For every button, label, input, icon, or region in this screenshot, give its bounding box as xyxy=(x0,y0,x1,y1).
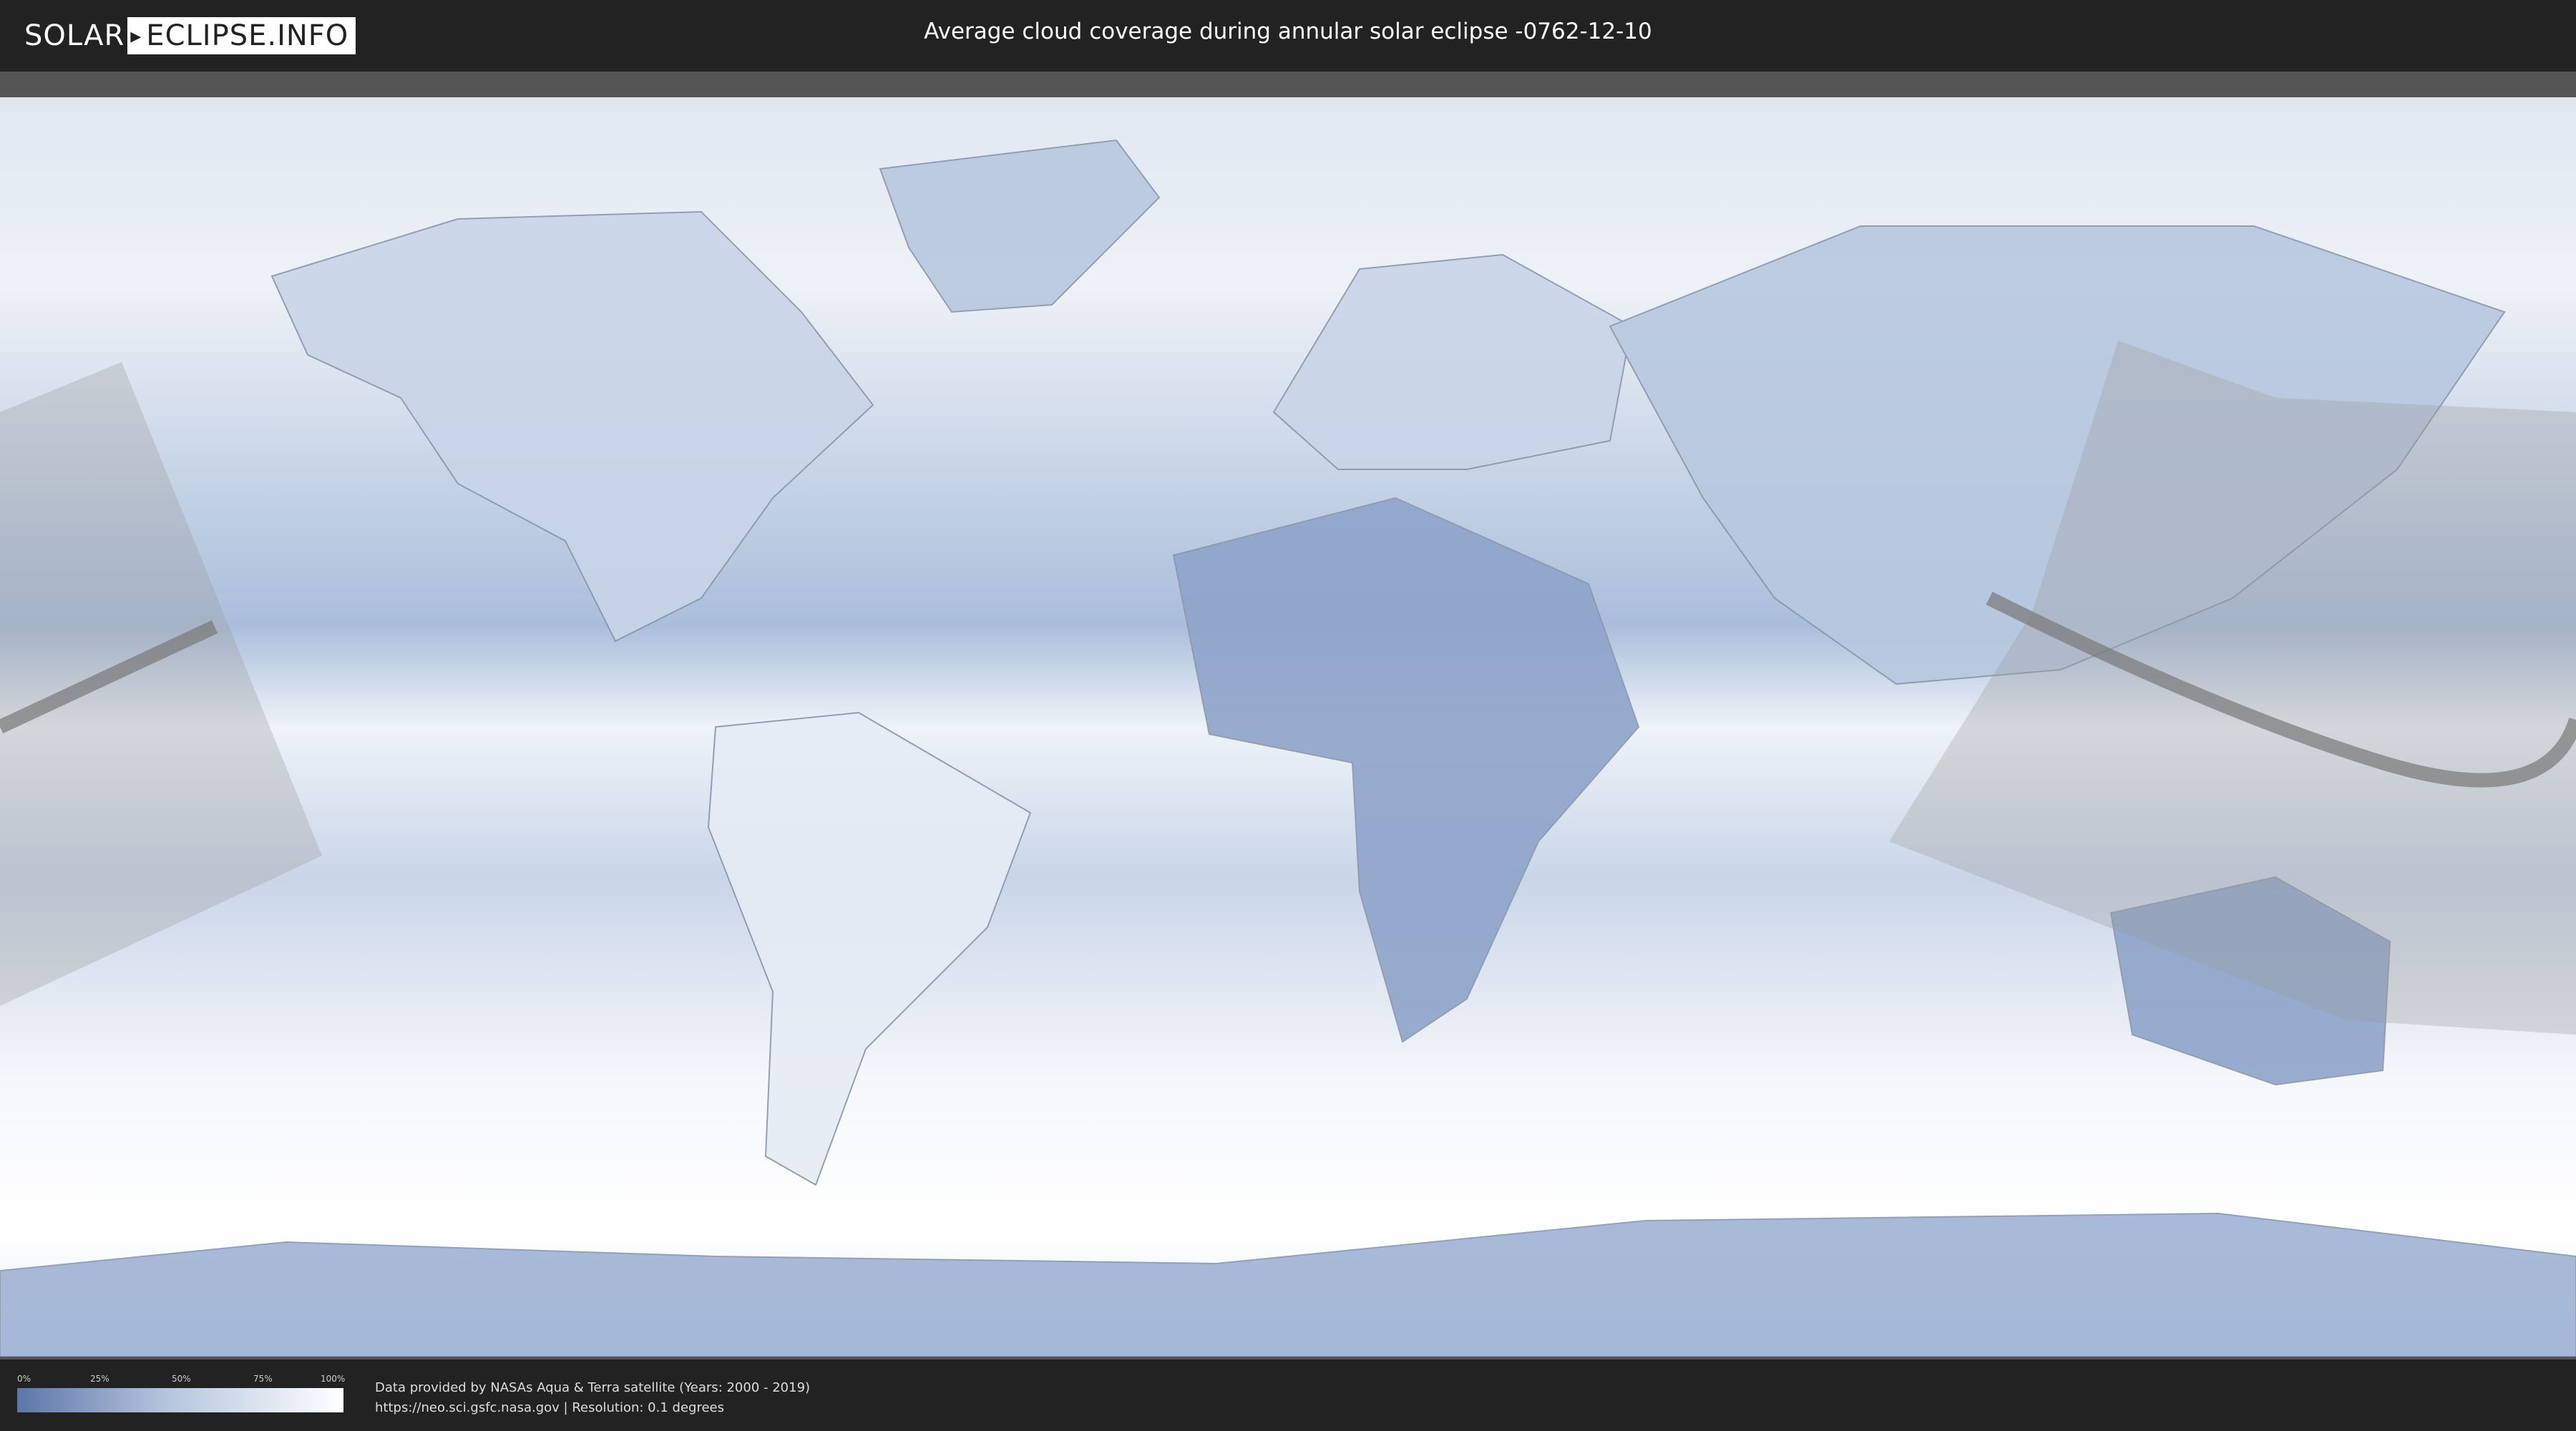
legend-tick: 0% xyxy=(17,1374,31,1384)
credit-line-source: Data provided by NASAs Aqua & Terra sate… xyxy=(375,1380,811,1395)
legend-tick: 75% xyxy=(253,1374,273,1384)
credit-line-link[interactable]: https://neo.sci.gsfc.nasa.gov | Resoluti… xyxy=(375,1398,810,1418)
legend-ticks: 0% 25% 50% 75% 100% xyxy=(17,1374,346,1385)
cloud-coverage-map[interactable] xyxy=(0,97,2576,1357)
coverage-legend: 0% 25% 50% 75% 100% xyxy=(17,1374,346,1412)
legend-tick: 50% xyxy=(172,1374,191,1384)
header-bar: SOLAR ▸ ECLIPSE.INFO Average cloud cover… xyxy=(0,0,2576,72)
legend-color-bar xyxy=(17,1388,343,1412)
legend-tick: 25% xyxy=(90,1374,109,1384)
page-title: Average cloud coverage during annular so… xyxy=(924,19,1652,44)
legend-tick: 100% xyxy=(321,1374,346,1384)
data-credits: Data provided by NASAs Aqua & Terra sate… xyxy=(375,1378,810,1418)
